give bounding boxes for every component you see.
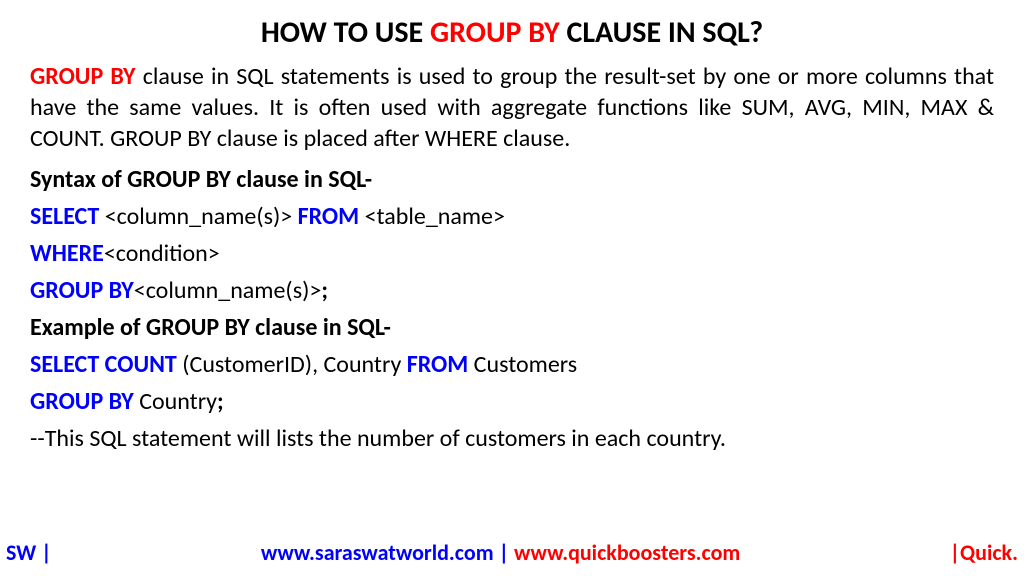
example-heading: Example of GROUP BY clause in SQL- bbox=[30, 313, 994, 342]
keyword-groupby: GROUP BY bbox=[30, 276, 134, 305]
footer-center: www.saraswatworld.com | www.quickbooster… bbox=[52, 539, 950, 566]
example-text: Country bbox=[134, 387, 217, 416]
syntax-text: <column_name(s)> bbox=[134, 276, 322, 305]
example-text: (CustomerID), Country bbox=[177, 350, 407, 379]
example-line-1: SELECT COUNT (CustomerID), Country FROM … bbox=[30, 350, 994, 379]
title-part2: CLAUSE IN SQL? bbox=[560, 14, 764, 51]
example-line-2: GROUP BY Country; bbox=[30, 387, 994, 416]
footer-left: SW | bbox=[6, 539, 52, 566]
keyword-select: SELECT bbox=[30, 202, 99, 231]
keyword-from: FROM bbox=[407, 350, 469, 379]
syntax-line-3: GROUP BY<column_name(s)>; bbox=[30, 276, 994, 305]
syntax-line-1: SELECT <column_name(s)> FROM <table_name… bbox=[30, 202, 994, 231]
footer-url-1: www.saraswatworld.com | bbox=[261, 539, 514, 566]
semicolon: ; bbox=[321, 276, 328, 305]
keyword-select-count: SELECT COUNT bbox=[30, 350, 177, 379]
syntax-text: <table_name> bbox=[359, 202, 505, 231]
syntax-text: <column_name(s)> bbox=[99, 202, 297, 231]
footer: SW | www.saraswatworld.com | www.quickbo… bbox=[0, 539, 1024, 566]
description-highlight: GROUP BY bbox=[30, 62, 136, 91]
page-title: HOW TO USE GROUP BY CLAUSE IN SQL? bbox=[30, 14, 994, 51]
footer-right: |Quick. bbox=[950, 539, 1018, 566]
description-text: GROUP BY clause in SQL statements is use… bbox=[30, 61, 994, 155]
keyword-groupby: GROUP BY bbox=[30, 387, 134, 416]
description-body: clause in SQL statements is used to grou… bbox=[30, 62, 994, 153]
semicolon: ; bbox=[217, 387, 224, 416]
syntax-line-2: WHERE<condition> bbox=[30, 239, 994, 268]
keyword-from: FROM bbox=[298, 202, 360, 231]
syntax-heading: Syntax of GROUP BY clause in SQL- bbox=[30, 165, 994, 194]
syntax-text: <condition> bbox=[104, 239, 220, 268]
title-highlight: GROUP BY bbox=[430, 14, 560, 51]
example-text: Customers bbox=[468, 350, 577, 379]
sql-comment: --This SQL statement will lists the numb… bbox=[30, 424, 994, 453]
keyword-where: WHERE bbox=[30, 239, 104, 268]
footer-url-2: www.quickboosters.com bbox=[514, 539, 740, 566]
title-part1: HOW TO USE bbox=[261, 14, 430, 51]
